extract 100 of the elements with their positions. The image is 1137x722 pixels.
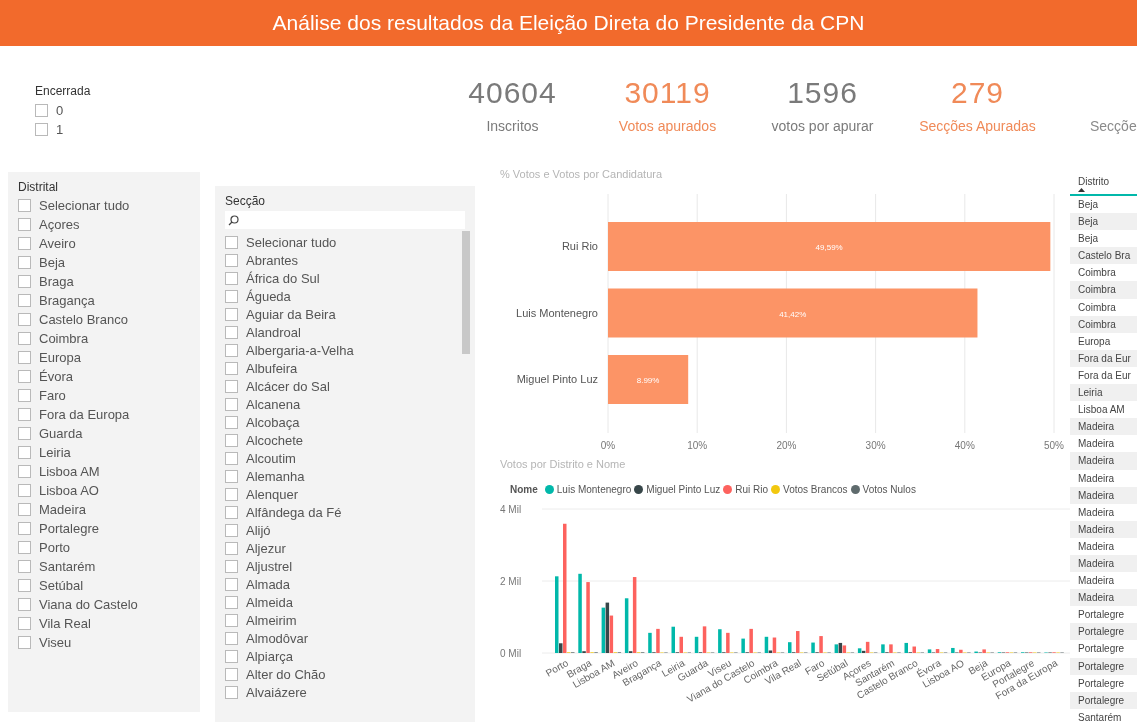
checkbox[interactable] (18, 237, 31, 250)
checkbox[interactable] (225, 523, 238, 537)
checkbox[interactable] (225, 343, 238, 357)
checkbox[interactable] (225, 613, 238, 627)
checkbox[interactable] (18, 560, 31, 573)
checkbox[interactable] (225, 505, 238, 519)
option-label: Leiria (39, 445, 71, 460)
legend-title: Nome (510, 484, 538, 495)
table-cell: Madeira (1070, 452, 1137, 470)
checkbox[interactable] (35, 123, 48, 136)
checkbox[interactable] (225, 307, 238, 321)
checkbox[interactable] (225, 325, 238, 339)
checkbox[interactable] (225, 487, 238, 501)
option-label: Europa (39, 350, 81, 365)
option-label: Águeda (246, 288, 291, 304)
option-label: Porto (39, 540, 71, 555)
legend-label: Votos Brancos (783, 484, 848, 495)
option-label: Alandroal (246, 324, 301, 340)
checkbox[interactable] (225, 415, 238, 429)
checkbox[interactable] (225, 577, 238, 591)
checkbox[interactable] (18, 332, 31, 345)
checkbox[interactable] (225, 631, 238, 645)
option-label: Alvaiázere (246, 684, 307, 700)
checkbox[interactable] (225, 451, 238, 465)
option-label: Albufeira (246, 360, 298, 376)
checkbox[interactable] (225, 253, 238, 267)
kpi-value: 30119 (624, 76, 711, 110)
option-label: África do Sul (246, 270, 320, 286)
checkbox[interactable] (18, 256, 31, 269)
chart-title: Votos por Distrito e Nome (499, 458, 627, 472)
scrollbar-thumb[interactable] (462, 231, 470, 354)
option-label: Alcoutim (246, 450, 296, 466)
checkbox[interactable] (18, 427, 31, 440)
checkbox[interactable] (18, 275, 31, 288)
checkbox[interactable] (18, 503, 31, 516)
checkbox[interactable] (225, 667, 238, 681)
option-label: Fora da Europa (39, 407, 130, 422)
option-label: Alcanena (246, 396, 301, 412)
axis-tick: 40% (954, 440, 975, 451)
option-label: Vila Real (39, 616, 91, 631)
checkbox[interactable] (18, 351, 31, 364)
checkbox[interactable] (225, 595, 238, 609)
option-label: Albergaria-a-Velha (246, 342, 354, 358)
option-label: Beja (39, 255, 66, 270)
checkbox[interactable] (18, 636, 31, 649)
checkbox[interactable] (18, 446, 31, 459)
checkbox[interactable] (18, 294, 31, 307)
checkbox[interactable] (225, 469, 238, 483)
checkbox[interactable] (225, 433, 238, 447)
option-label: Setúbal (39, 578, 84, 593)
axis-tick: 0 Mil (500, 648, 522, 659)
table-cell: Madeira (1070, 418, 1137, 436)
checkbox[interactable] (225, 649, 238, 663)
checkbox[interactable] (225, 559, 238, 573)
option-label: Alpiarça (246, 648, 293, 664)
category-label: Luis Montenegro (516, 306, 598, 319)
kpi-label: Votos apurados (618, 118, 717, 134)
checkbox[interactable] (225, 235, 238, 249)
checkbox[interactable] (35, 104, 48, 117)
table-cell: Leiria (1070, 384, 1137, 402)
option-label: Alter do Chão (246, 666, 326, 682)
option-label: Selecionar tudo (246, 234, 337, 250)
option-label: Alenquer (246, 486, 299, 502)
checkbox[interactable] (225, 289, 238, 303)
checkbox[interactable] (225, 541, 238, 555)
axis-tick: 4 Mil (500, 504, 522, 515)
checkbox[interactable] (18, 484, 31, 497)
checkbox[interactable] (18, 408, 31, 421)
checkbox[interactable] (225, 397, 238, 411)
option-label: Madeira (39, 502, 86, 517)
checkbox[interactable] (18, 541, 31, 554)
checkbox[interactable] (225, 685, 238, 699)
column-header[interactable]: Distrito (1078, 176, 1137, 187)
option-label: Alcobaça (246, 414, 300, 430)
checkbox[interactable] (18, 370, 31, 383)
checkbox[interactable] (18, 199, 31, 212)
page-title: Análise dos resultados da Eleição Direta do Presidente da CPN (272, 11, 865, 35)
checkbox[interactable] (18, 465, 31, 478)
checkbox[interactable] (18, 313, 31, 326)
legend-label: Miguel Pinto Luz (646, 484, 721, 495)
table-cell: Beja (1070, 213, 1137, 231)
option-label: 0 (56, 103, 64, 118)
checkbox[interactable] (18, 522, 31, 535)
search-field[interactable] (225, 211, 465, 229)
checkbox[interactable] (18, 617, 31, 630)
legend-label: Rui Rio (735, 484, 769, 495)
checkbox[interactable] (18, 598, 31, 611)
checkbox[interactable] (18, 389, 31, 402)
checkbox[interactable] (18, 218, 31, 231)
kpi-label: Secções Apuradas (919, 118, 1036, 134)
checkbox[interactable] (18, 579, 31, 592)
option-label: Alfândega da Fé (246, 504, 342, 520)
checkbox[interactable] (225, 379, 238, 393)
category-label: Miguel Pinto Luz (516, 373, 598, 385)
axis-tick: 30% (865, 440, 886, 451)
checkbox[interactable] (225, 361, 238, 375)
table-cell: Castelo Bra (1070, 247, 1137, 265)
value-label: 8.99% (636, 376, 660, 385)
option-label: Viana do Castelo (39, 597, 138, 612)
checkbox[interactable] (225, 271, 238, 285)
